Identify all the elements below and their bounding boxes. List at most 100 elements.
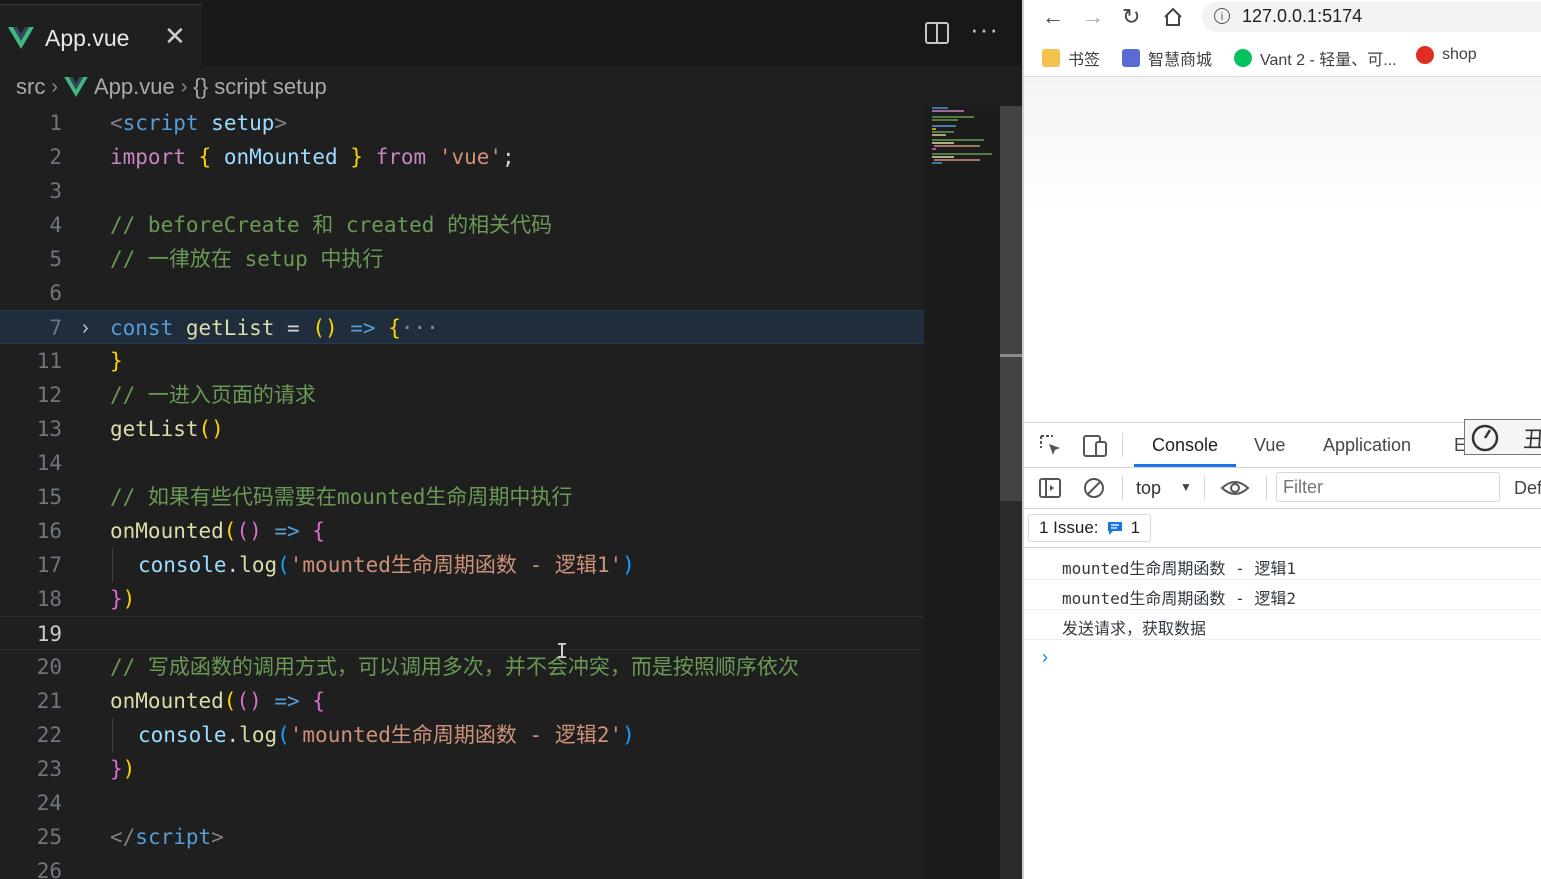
scrollbar-thumb[interactable] (1000, 106, 1022, 501)
line-number: 12 (36, 383, 62, 407)
folder-icon (1042, 49, 1060, 67)
bookmark-folder[interactable]: 书签 (1042, 46, 1100, 70)
code-line[interactable]: 3 (0, 174, 924, 208)
split-editor-icon[interactable] (924, 20, 950, 46)
console-toolbar: top ▼ Def (1024, 468, 1541, 509)
code-line[interactable]: 2 import { onMounted } from 'vue'; (0, 140, 924, 174)
issues-bar: 1 Issue: 1 (1024, 509, 1541, 548)
shop-icon (1416, 46, 1434, 64)
code-line[interactable]: 4 // beforeCreate 和 created 的相关代码 (0, 208, 924, 242)
forward-icon[interactable]: → (1082, 2, 1104, 32)
tab-title: App.vue (45, 25, 130, 51)
breadcrumb-symbol[interactable]: {} script setup (193, 74, 326, 100)
home-icon[interactable] (1162, 6, 1184, 28)
line-number: 2 (49, 145, 62, 169)
code-line[interactable]: 24 (0, 786, 924, 820)
url-text: 127.0.0.1:5174 (1242, 6, 1363, 26)
breadcrumb: src › App.vue › {} script setup (16, 72, 327, 102)
tab-vue[interactable]: Vue (1254, 435, 1285, 456)
console-message[interactable]: mounted生命周期函数 - 逻辑1 (1024, 550, 1541, 580)
clear-console-icon[interactable] (1082, 476, 1106, 500)
tab-application[interactable]: Application (1323, 435, 1411, 456)
line-number: 6 (49, 281, 62, 305)
tab-console[interactable]: Console (1152, 435, 1218, 456)
line-number: 15 (36, 485, 62, 509)
issues-count: 1 (1130, 518, 1141, 537)
code-line[interactable]: 25 </script> (0, 820, 924, 854)
line-number: 21 (36, 689, 62, 713)
code-line[interactable]: 22 console.log('mounted生命周期函数 - 逻辑2') (0, 718, 924, 752)
code-line[interactable]: 11 } (0, 344, 924, 378)
code-line[interactable]: 17 console.log('mounted生命周期函数 - 逻辑1') (0, 548, 924, 582)
code-line-folded[interactable]: 7 › const getList = () => {··· (0, 310, 924, 344)
code-line[interactable]: 13 getList() (0, 412, 924, 446)
console-message[interactable]: mounted生命周期函数 - 逻辑2 (1024, 580, 1541, 610)
breadcrumb-folder[interactable]: src (16, 74, 45, 100)
live-expression-eye-icon[interactable] (1220, 478, 1250, 498)
code-editor[interactable]: App.vue ✕ ··· src › App.vue › {} script … (0, 0, 1022, 879)
code-line-current[interactable]: 19 (0, 616, 924, 650)
widget-label: 丑 (1523, 422, 1541, 454)
code-line[interactable]: 15 // 如果有些代码需要在mounted生命周期中执行 (0, 480, 924, 514)
line-number: 25 (36, 825, 62, 849)
code-line[interactable]: 16 onMounted(() => { (0, 514, 924, 548)
breadcrumb-file[interactable]: App.vue (94, 74, 175, 100)
console-filter-input[interactable] (1276, 472, 1500, 502)
bookmark-item[interactable]: 智慧商城 (1122, 46, 1212, 70)
device-toolbar-icon[interactable] (1082, 433, 1110, 459)
page-viewport[interactable] (1024, 77, 1541, 422)
issues-button[interactable]: 1 Issue: 1 (1028, 514, 1152, 542)
back-icon[interactable]: ← (1042, 2, 1064, 32)
vant-icon (1234, 49, 1252, 67)
code-line[interactable]: 26 (0, 854, 924, 879)
code-line[interactable]: 12 // 一进入页面的请求 (0, 378, 924, 412)
performance-widget[interactable]: 丑 (1464, 419, 1541, 455)
code-line[interactable]: 18 }) (0, 582, 924, 616)
bookmark-item[interactable]: Vant 2 - 轻量、可... (1234, 46, 1397, 70)
close-icon[interactable]: ✕ (164, 21, 186, 51)
active-tab-indicator (1134, 464, 1236, 467)
line-number: 24 (36, 791, 62, 815)
line-number: 23 (36, 757, 62, 781)
line-number: 7 (49, 316, 62, 340)
code-line[interactable]: 5 // 一律放在 setup 中执行 (0, 242, 924, 276)
comment: // 一进入页面的请求 (110, 383, 316, 407)
inspect-element-icon[interactable] (1038, 433, 1064, 459)
code-line[interactable]: 1 <script setup> (0, 106, 924, 140)
line-number: 1 (49, 111, 62, 135)
sidebar-toggle-icon[interactable] (1038, 476, 1062, 500)
gauge-icon (1471, 424, 1499, 452)
comment: // beforeCreate 和 created 的相关代码 (110, 213, 553, 237)
dropdown-arrow-icon[interactable]: ▼ (1180, 480, 1192, 494)
reload-icon[interactable]: ↻ (1122, 2, 1140, 32)
address-bar[interactable]: i 127.0.0.1:5174 (1202, 2, 1541, 32)
tab-app-vue[interactable]: App.vue ✕ (0, 4, 202, 66)
log-levels-dropdown[interactable]: Def (1514, 478, 1541, 499)
browser-toolbar: ← → ↻ i 127.0.0.1:5174 (1024, 0, 1541, 36)
indent-guide (112, 718, 113, 752)
code-line[interactable]: 23 }) (0, 752, 924, 786)
context-select[interactable]: top (1136, 478, 1161, 499)
minimap[interactable] (924, 106, 1000, 879)
code-line[interactable]: 6 (0, 276, 924, 310)
code-line[interactable]: 21 onMounted(() => { (0, 684, 924, 718)
code-line[interactable]: 20 // 写成函数的调用方式，可以调用多次，并不会冲突，而是按照顺序依次 (0, 650, 924, 684)
line-number: 4 (49, 213, 62, 237)
line-number: 20 (36, 655, 62, 679)
line-number: 16 (36, 519, 62, 543)
fold-chevron-icon[interactable]: › (82, 311, 89, 345)
line-number: 26 (36, 859, 62, 879)
line-number: 3 (49, 179, 62, 203)
line-number: 13 (36, 417, 62, 441)
vue-file-icon (8, 27, 34, 49)
vertical-scrollbar[interactable] (1000, 106, 1022, 879)
console-prompt[interactable]: › (1042, 647, 1048, 668)
more-actions-icon[interactable]: ··· (970, 14, 999, 45)
comment: // 一律放在 setup 中执行 (110, 247, 384, 271)
code-line[interactable]: 14 (0, 446, 924, 480)
site-info-icon[interactable]: i (1214, 8, 1230, 24)
chevron-right-icon: › (51, 75, 58, 98)
bookmark-item[interactable]: shop (1416, 46, 1477, 64)
editor-tab-bar: App.vue ✕ ··· (0, 0, 1022, 66)
console-message[interactable]: 发送请求，获取数据 (1024, 610, 1541, 640)
